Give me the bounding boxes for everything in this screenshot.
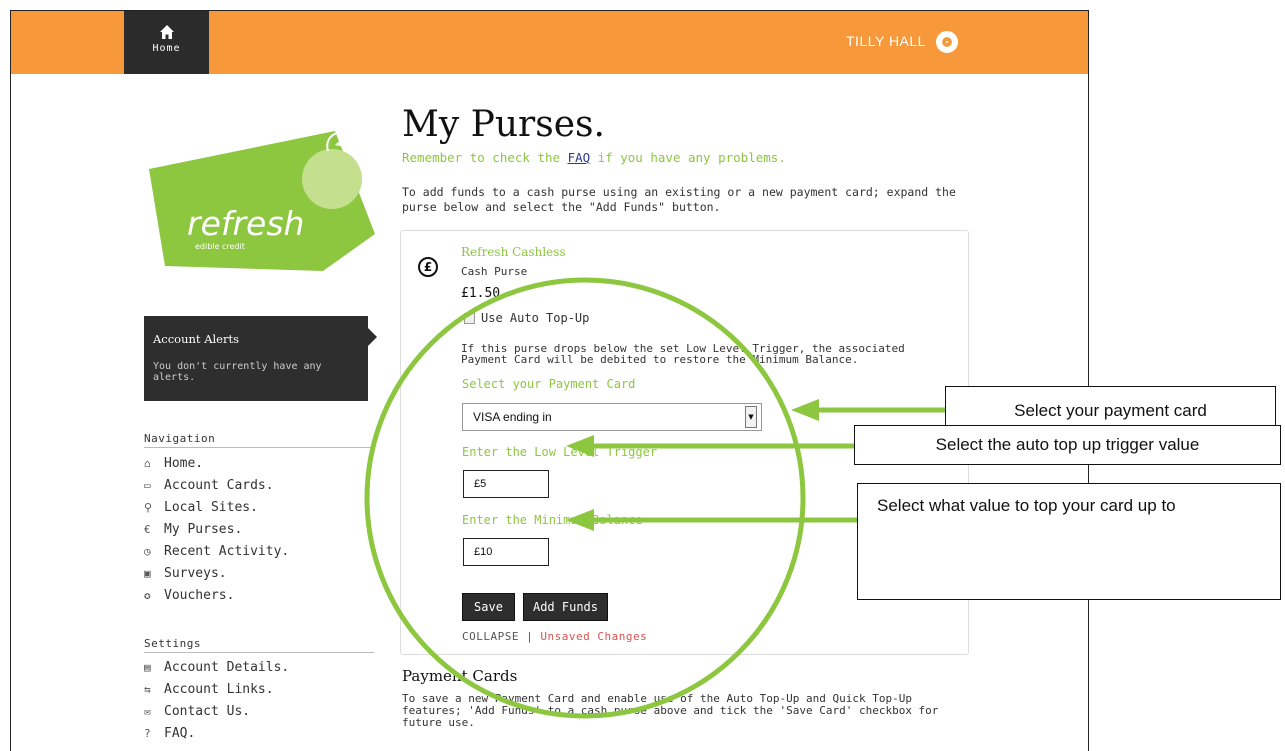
refresh-card-logo: refresh edible credit xyxy=(149,131,375,271)
account-alerts-panel: Account Alerts You don't currently have … xyxy=(144,316,377,401)
nav-item-account-cards[interactable]: ▭ Account Cards. xyxy=(144,474,374,496)
pound-icon: £ xyxy=(418,257,438,277)
min-balance-label: Enter the Minimum Balance xyxy=(462,513,643,527)
navigation-divider xyxy=(144,447,374,448)
auto-topup-checkbox[interactable] xyxy=(464,312,475,324)
nav-item-label: Account Cards. xyxy=(164,477,274,493)
settings-heading: Settings xyxy=(144,637,201,650)
voucher-icon: ✪ xyxy=(144,588,151,602)
payment-card-value: VISA ending in xyxy=(473,410,552,424)
payment-card-label: Select your Payment Card xyxy=(462,377,636,391)
nav-item-account-details[interactable]: ▤ Account Details. xyxy=(144,656,374,678)
nav-item-label: FAQ. xyxy=(164,725,196,741)
home-tab[interactable]: Home xyxy=(124,11,209,74)
user-menu-icon[interactable] xyxy=(936,31,958,53)
nav-item-surveys[interactable]: ▣ Surveys. xyxy=(144,562,374,584)
collapse-row: COLLAPSE | Unsaved Changes xyxy=(462,630,647,643)
save-button[interactable]: Save xyxy=(462,593,515,621)
page-title: My Purses. xyxy=(402,104,605,145)
add-funds-button[interactable]: Add Funds xyxy=(523,593,608,621)
callout-min-balance: Select what value to top your card up to xyxy=(857,483,1281,600)
navigation-heading: Navigation xyxy=(144,432,216,445)
payment-cards-title: Payment Cards xyxy=(402,667,518,685)
details-icon: ▤ xyxy=(144,660,151,674)
browser-frame: Home TILLY HALL refresh edible credit Ac… xyxy=(10,10,1089,751)
nav-item-account-links[interactable]: ⇆ Account Links. xyxy=(144,678,374,700)
nav-item-vouchers[interactable]: ✪ Vouchers. xyxy=(144,584,374,606)
faq-link[interactable]: FAQ xyxy=(568,150,591,165)
faq-prefix: Remember to check the xyxy=(402,150,568,165)
clock-icon: ◷ xyxy=(144,544,151,558)
collapse-separator: | xyxy=(526,630,534,643)
callout-low-trigger: Select the auto top up trigger value xyxy=(854,425,1281,465)
purse-type: Cash Purse xyxy=(461,265,528,278)
nav-item-label: Surveys. xyxy=(164,565,227,581)
settings-list: ▤ Account Details. ⇆ Account Links. ✉ Conta… xyxy=(144,656,374,744)
logo-tagline-text: edible credit xyxy=(195,242,245,251)
top-bar: Home TILLY HALL xyxy=(11,11,1088,74)
nav-item-label: Local Sites. xyxy=(164,499,258,515)
nav-item-label: Account Details. xyxy=(164,659,290,675)
faq-reminder: Remember to check the FAQ if you have an… xyxy=(402,150,786,165)
low-trigger-input[interactable]: £5 xyxy=(463,470,549,498)
user-name[interactable]: TILLY HALL xyxy=(846,33,926,49)
payment-card-select[interactable]: VISA ending in ▼ xyxy=(462,403,762,431)
links-icon: ⇆ xyxy=(144,682,151,696)
nav-item-local-sites[interactable]: ⚲ Local Sites. xyxy=(144,496,374,518)
nav-item-home[interactable]: ⌂ Home. xyxy=(144,452,374,474)
home-icon xyxy=(159,25,174,39)
auto-topup-label: Use Auto Top-Up xyxy=(481,311,590,325)
intro-text: To add funds to a cash purse using an ex… xyxy=(402,185,956,214)
settings-divider xyxy=(144,652,374,653)
faq-suffix: if you have any problems. xyxy=(590,150,786,165)
purse-balance: £1.50 xyxy=(461,286,501,301)
low-trigger-label: Enter the Low Level Trigger xyxy=(462,445,658,459)
map-pin-icon: ⚲ xyxy=(144,500,153,514)
card-icon: ▭ xyxy=(144,478,151,492)
nav-item-label: Vouchers. xyxy=(164,587,235,603)
auto-topup-description: If this purse drops below the set Low Le… xyxy=(461,342,905,366)
logo-brand-text: refresh xyxy=(187,204,304,243)
purse-name[interactable]: Refresh Cashless xyxy=(461,245,566,259)
home-tab-label: Home xyxy=(152,43,181,54)
nav-item-label: Account Links. xyxy=(164,681,274,697)
mail-icon: ✉ xyxy=(144,704,151,718)
alerts-title: Account Alerts xyxy=(153,332,240,346)
nav-item-label: Contact Us. xyxy=(164,703,251,719)
nav-item-my-purses[interactable]: € My Purses. xyxy=(144,518,374,540)
nav-item-label: Home. xyxy=(164,455,204,471)
clipboard-icon: ▣ xyxy=(144,566,151,580)
payment-cards-text: To save a new Payment Card and enable us… xyxy=(402,692,939,729)
nav-item-recent-activity[interactable]: ◷ Recent Activity. xyxy=(144,540,374,562)
auto-topup-row: Use Auto Top-Up xyxy=(464,311,589,325)
nav-item-contact-us[interactable]: ✉ Contact Us. xyxy=(144,700,374,722)
chevron-down-icon[interactable]: ▼ xyxy=(745,406,757,428)
collapse-link[interactable]: COLLAPSE xyxy=(462,630,519,643)
navigation-list: ⌂ Home. ▭ Account Cards. ⚲ Local Sites. € My… xyxy=(144,452,374,606)
alerts-message: You don't currently have any alerts. xyxy=(153,361,322,383)
home-icon: ⌂ xyxy=(144,456,151,470)
nav-item-label: My Purses. xyxy=(164,521,243,537)
purse-icon: € xyxy=(144,522,151,536)
unsaved-changes-text: Unsaved Changes xyxy=(540,630,648,643)
nav-item-faq[interactable]: ? FAQ. xyxy=(144,722,374,744)
nav-item-label: Recent Activity. xyxy=(164,543,290,559)
help-icon: ? xyxy=(144,726,151,740)
min-balance-input[interactable]: £10 xyxy=(463,538,549,566)
